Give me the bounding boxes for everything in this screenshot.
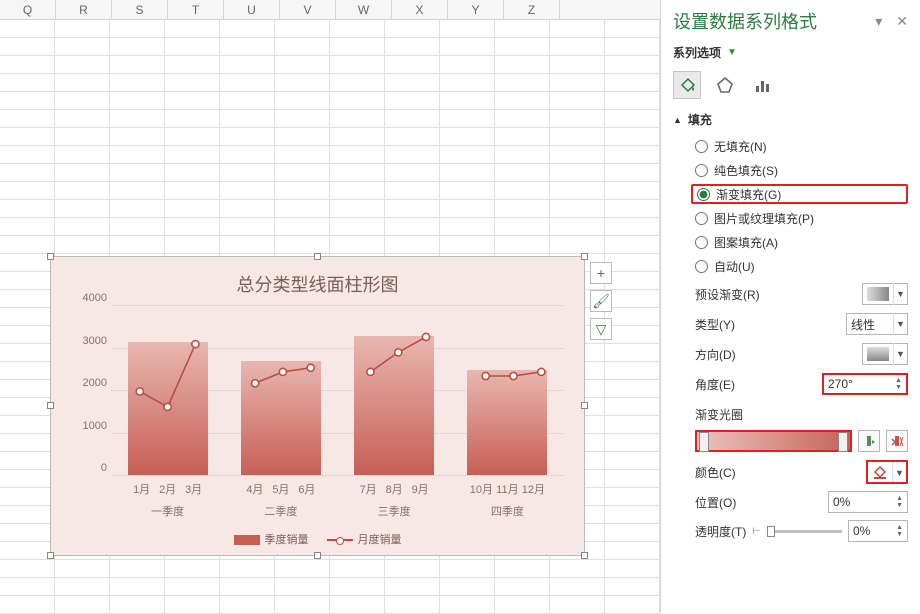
tab-series-options[interactable]: [749, 71, 777, 99]
legend-line-icon: [327, 539, 353, 541]
plot-area[interactable]: 4000 3000 2000 1000 0: [111, 305, 564, 475]
radio-no-fill[interactable]: 无填充(N): [695, 136, 908, 156]
col-header[interactable]: R: [56, 0, 112, 19]
add-stop-icon: [862, 434, 876, 448]
label-transparency: 透明度(T): [695, 523, 746, 540]
y-axis: 4000 3000 2000 1000 0: [63, 305, 107, 475]
angle-input[interactable]: 270°▲▼: [822, 373, 908, 395]
x-axis-months: 1月2月3月 4月5月6月 7月8月9月 10月11月12月: [111, 481, 564, 497]
col-header[interactable]: W: [336, 0, 392, 19]
label-type: 类型(Y): [695, 316, 735, 333]
col-header[interactable]: T: [168, 0, 224, 19]
radio-solid-fill[interactable]: 纯色填充(S): [695, 160, 908, 180]
section-fill-header[interactable]: ▲填充: [673, 111, 908, 128]
tab-effects[interactable]: [711, 71, 739, 99]
preset-gradient-dropdown[interactable]: ▼: [862, 283, 908, 305]
remove-stop-icon: [890, 434, 904, 448]
chart-legend[interactable]: 季度销量 月度销量: [51, 531, 584, 547]
series-options-dropdown[interactable]: 系列选项▼: [673, 44, 908, 61]
chart-object[interactable]: + 🖌 ▽ 总分类型线面柱形图 4000 3000 2000 1000 0: [50, 256, 585, 556]
gradient-stops-slider[interactable]: [695, 430, 852, 452]
resize-handle[interactable]: [581, 552, 588, 559]
col-header[interactable]: U: [224, 0, 280, 19]
gradient-stop-handle[interactable]: [699, 432, 709, 452]
fill-color-icon: [872, 464, 888, 480]
chart-elements-button[interactable]: +: [590, 262, 612, 284]
position-input[interactable]: 0%▲▼: [828, 491, 908, 513]
label-direction: 方向(D): [695, 346, 736, 363]
label-color: 颜色(C): [695, 464, 736, 481]
col-header[interactable]: Z: [504, 0, 560, 19]
radio-auto-fill[interactable]: 自动(U): [695, 256, 908, 276]
resize-handle[interactable]: [47, 552, 54, 559]
radio-pattern-fill[interactable]: 图案填充(A): [695, 232, 908, 252]
bar-series[interactable]: [111, 305, 564, 475]
legend-swatch-icon: [234, 535, 260, 545]
tab-fill-line[interactable]: [673, 71, 701, 99]
column-headers: Q R S T U V W X Y Z: [0, 0, 660, 20]
transparency-slider[interactable]: [767, 530, 842, 533]
paint-bucket-icon: [678, 76, 696, 94]
legend-item-bar[interactable]: 季度销量: [234, 531, 309, 547]
add-gradient-stop-button[interactable]: [858, 430, 880, 452]
remove-gradient-stop-button[interactable]: [886, 430, 908, 452]
spinner-icon[interactable]: ▲▼: [895, 377, 902, 391]
color-picker-button[interactable]: ▼: [866, 460, 908, 484]
panel-title: 设置数据系列格式: [673, 8, 817, 34]
format-pane: 设置数据系列格式 ▾ ✕ 系列选项▼ ▲填充 无填充(N) 纯色填充(S) 渐变…: [660, 0, 920, 612]
col-header[interactable]: Q: [0, 0, 56, 19]
label-angle: 角度(E): [695, 376, 735, 393]
spinner-icon[interactable]: ▲▼: [896, 495, 903, 509]
bar-chart-icon: [754, 76, 772, 94]
panel-close-icon[interactable]: ✕: [896, 13, 908, 30]
resize-handle[interactable]: [314, 253, 321, 260]
chart-title[interactable]: 总分类型线面柱形图: [51, 257, 584, 305]
gradient-type-dropdown[interactable]: 线性▼: [846, 313, 908, 335]
resize-handle[interactable]: [581, 253, 588, 260]
gradient-stop-handle[interactable]: [838, 432, 848, 452]
radio-gradient-fill[interactable]: 渐变填充(G): [691, 184, 908, 204]
legend-item-line[interactable]: 月度销量: [327, 531, 402, 547]
chart-side-tools: + 🖌 ▽: [590, 262, 612, 340]
gradient-swatch-icon: [867, 287, 889, 301]
transparency-input[interactable]: 0%▲▼: [848, 520, 908, 542]
slider-thumb[interactable]: [767, 526, 775, 537]
format-category-tabs: [673, 71, 908, 99]
col-header[interactable]: S: [112, 0, 168, 19]
spinner-icon[interactable]: ▲▼: [896, 524, 903, 538]
resize-handle[interactable]: [47, 402, 54, 409]
gradient-direction-dropdown[interactable]: ▼: [862, 343, 908, 365]
direction-swatch-icon: [867, 347, 889, 361]
collapse-triangle-icon: ▲: [673, 115, 682, 125]
chart-styles-button[interactable]: 🖌: [590, 290, 612, 312]
col-header[interactable]: X: [392, 0, 448, 19]
label-gradient-stops: 渐变光圈: [695, 406, 743, 423]
col-header[interactable]: Y: [448, 0, 504, 19]
chevron-down-icon: ▼: [727, 47, 737, 58]
resize-handle[interactable]: [47, 253, 54, 260]
chart-filters-button[interactable]: ▽: [590, 318, 612, 340]
resize-handle[interactable]: [581, 402, 588, 409]
spreadsheet-area[interactable]: Q R S T U V W X Y Z document.write(Array…: [0, 0, 660, 612]
col-header[interactable]: V: [280, 0, 336, 19]
resize-handle[interactable]: [314, 552, 321, 559]
x-axis-quarters: 一季度 二季度 三季度 四季度: [111, 503, 564, 519]
label-position: 位置(O): [695, 494, 736, 511]
panel-dropdown-icon[interactable]: ▾: [875, 13, 882, 30]
label-preset-gradient: 预设渐变(R): [695, 286, 760, 303]
radio-picture-fill[interactable]: 图片或纹理填充(P): [695, 208, 908, 228]
pentagon-icon: [716, 76, 734, 94]
